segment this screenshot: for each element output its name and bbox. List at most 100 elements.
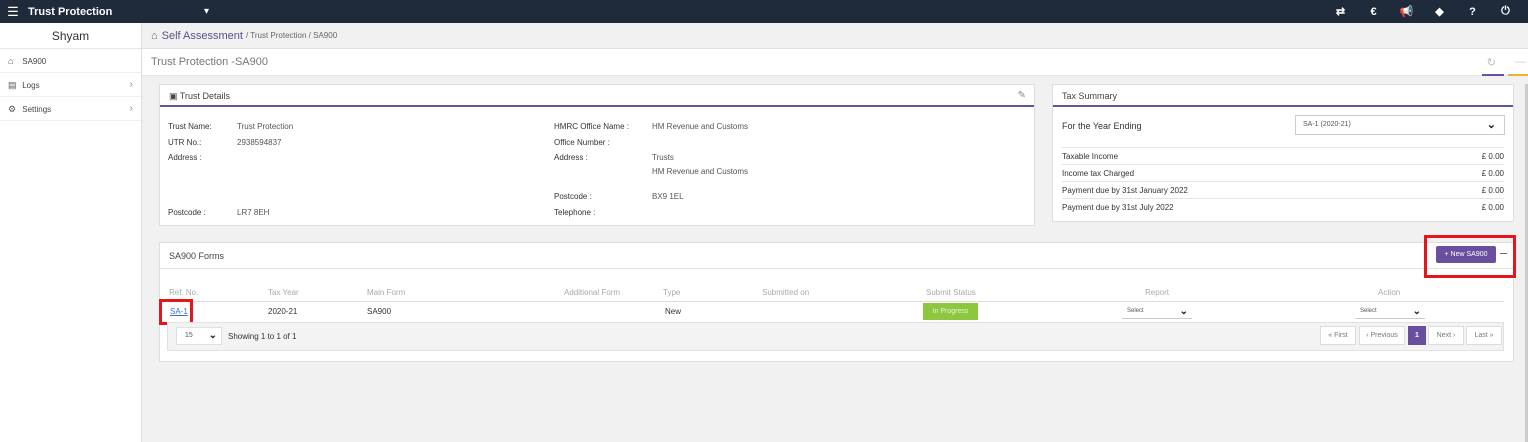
tax-row-label: Income tax Charged: [1062, 169, 1135, 178]
breadcrumb-self-assessment[interactable]: Self Assessment: [162, 30, 243, 42]
breadcrumb-path: / Trust Protection / SA900: [245, 31, 338, 40]
utr-value: 2938594837: [237, 138, 282, 147]
report-select-value: Select: [1127, 308, 1144, 314]
page-title-bar: Trust Protection -SA900 ↻ —: [142, 49, 1528, 76]
gear-icon: ⚙: [8, 104, 17, 114]
report-select[interactable]: Select ⌄: [1122, 304, 1192, 319]
home-icon: ⌂: [8, 56, 14, 66]
accent-bar-purple: [1482, 74, 1504, 76]
utr-label: UTR No.:: [168, 138, 202, 147]
chevron-down-icon: ⌄: [1179, 306, 1188, 317]
tax-row-label: Payment due by 31st January 2022: [1062, 186, 1188, 195]
table-footer: 15 ⌄ Showing 1 to 1 of 1: [167, 322, 1504, 351]
action-select-value: Select: [1360, 308, 1377, 314]
menu-icon[interactable]: ☰: [0, 4, 26, 20]
cell-main-form: SA900: [367, 307, 392, 316]
postcode-value: LR7 8EH: [237, 208, 270, 217]
column-header-additional-form[interactable]: Additional Form: [564, 288, 620, 297]
tax-summary-panel: Tax Summary For the Year Ending SA-1 (20…: [1052, 84, 1514, 222]
tax-row-amount: £ 0.00: [1481, 186, 1504, 195]
year-ending-select[interactable]: SA-1 (2020-21) ⌄: [1295, 115, 1505, 135]
telephone-label: Telephone :: [554, 208, 596, 217]
highlight-box-new-button: [1424, 235, 1516, 278]
accent-bar-yellow: [1508, 74, 1528, 76]
edit-icon[interactable]: ✎: [1018, 85, 1026, 107]
sa900-forms-heading: SA900 Forms: [160, 243, 1513, 269]
office-address-line2: HM Revenue and Customs: [652, 167, 749, 176]
trust-details-heading: ▣ Trust Details ✎: [160, 85, 1034, 107]
trust-details-title: Trust Details: [179, 91, 231, 101]
office-number-label: Office Number :: [554, 138, 610, 147]
power-icon[interactable]: ⏻: [1489, 5, 1522, 18]
office-postcode-label: Postcode :: [554, 192, 592, 201]
tax-row-amount: £ 0.00: [1481, 169, 1504, 178]
office-address-line1: Trusts: [652, 153, 674, 162]
trust-name-value: Trust Protection: [237, 122, 294, 131]
address-label: Address :: [168, 153, 202, 162]
breadcrumb: ⌂ Self Assessment / Trust Protection / S…: [142, 23, 1528, 49]
trust-details-panel: ▣ Trust Details ✎: [159, 84, 1035, 226]
column-header-submit-status[interactable]: Submit Status: [926, 288, 976, 297]
collapse-icon[interactable]: —: [1515, 56, 1526, 68]
transfer-icon[interactable]: ⇄: [1324, 5, 1357, 18]
year-ending-value: SA-1 (2020-21): [1303, 121, 1351, 128]
cell-type: New: [665, 307, 682, 316]
top-navbar: ☰ Trust Protection ▾ ⇄ € 📢 ◆ ? ⏻: [0, 0, 1528, 23]
table-divider: [167, 301, 1504, 302]
tax-summary-heading: Tax Summary: [1053, 85, 1513, 107]
tax-row-amount: £ 0.00: [1481, 152, 1504, 161]
action-select[interactable]: Select ⌄: [1355, 304, 1425, 319]
chevron-right-icon: ›: [129, 79, 133, 90]
page-size-value: 15: [185, 332, 193, 339]
sidebar-item-label: SA900: [22, 57, 47, 66]
column-header-submitted-on[interactable]: Submitted on: [762, 288, 809, 297]
top-right-toolbar: ⇄ € 📢 ◆ ? ⏻: [1324, 0, 1522, 23]
tax-row-label: Taxable Income: [1062, 152, 1119, 161]
file-icon: ▤: [8, 80, 17, 90]
hmrc-office-value: HM Revenue and Customs: [652, 122, 749, 131]
sidebar-item-sa900[interactable]: ⌂ SA900: [0, 49, 141, 73]
page-size-select[interactable]: 15 ⌄: [176, 327, 222, 345]
tax-row: Payment due by 31st July 2022 £ 0.00: [1062, 198, 1504, 215]
home-icon[interactable]: ⌂: [151, 30, 158, 42]
chevron-down-icon: ⌄: [1412, 306, 1421, 317]
chevron-right-icon: ›: [129, 103, 133, 114]
sidebar-user-name: Shyam: [0, 23, 141, 49]
refresh-icon[interactable]: ↻: [1487, 56, 1496, 69]
year-ending-label: For the Year Ending: [1062, 121, 1142, 131]
sidebar-item-logs[interactable]: ▤ Logs ›: [0, 73, 141, 97]
building-icon: ▣: [169, 91, 180, 101]
pagination-last[interactable]: Last »: [1466, 326, 1502, 345]
currency-icon[interactable]: €: [1357, 6, 1390, 18]
column-header-ref[interactable]: Ref. No.: [169, 288, 198, 297]
tax-row: Income tax Charged £ 0.00: [1062, 164, 1504, 181]
trust-name-label: Trust Name:: [168, 122, 212, 131]
chevron-down-icon: ⌄: [1486, 119, 1496, 131]
sidebar-item-label: Settings: [22, 105, 52, 114]
hmrc-office-label: HMRC Office Name :: [554, 122, 629, 131]
chevron-down-icon: ⌄: [208, 330, 217, 341]
tag-icon[interactable]: ◆: [1423, 5, 1456, 18]
tax-row-amount: £ 0.00: [1481, 203, 1504, 212]
page-title: Trust Protection -SA900: [151, 56, 268, 68]
column-header-main-form[interactable]: Main Form: [367, 288, 405, 297]
app-title: Trust Protection: [28, 5, 113, 18]
tax-row-label: Payment due by 31st July 2022: [1062, 203, 1174, 212]
postcode-label: Postcode :: [168, 208, 206, 217]
pagination-first[interactable]: « First: [1320, 326, 1356, 345]
column-header-tax-year[interactable]: Tax Year: [268, 288, 299, 297]
pagination-next[interactable]: Next ›: [1428, 326, 1464, 345]
sidebar-item-settings[interactable]: ⚙ Settings ›: [0, 97, 141, 121]
cell-tax-year: 2020-21: [268, 307, 298, 316]
pagination-page-1[interactable]: 1: [1408, 326, 1426, 345]
megaphone-icon[interactable]: 📢: [1390, 5, 1423, 18]
column-header-type[interactable]: Type: [663, 288, 680, 297]
tax-row: Payment due by 31st January 2022 £ 0.00: [1062, 181, 1504, 198]
help-icon[interactable]: ?: [1456, 6, 1489, 18]
office-postcode-value: BX9 1EL: [652, 192, 684, 201]
showing-count: Showing 1 to 1 of 1: [228, 332, 297, 341]
chevron-down-icon[interactable]: ▾: [204, 6, 209, 17]
status-badge: In Progress: [923, 303, 978, 320]
sidebar-item-label: Logs: [22, 81, 40, 90]
pagination-previous[interactable]: ‹ Previous: [1359, 326, 1405, 345]
